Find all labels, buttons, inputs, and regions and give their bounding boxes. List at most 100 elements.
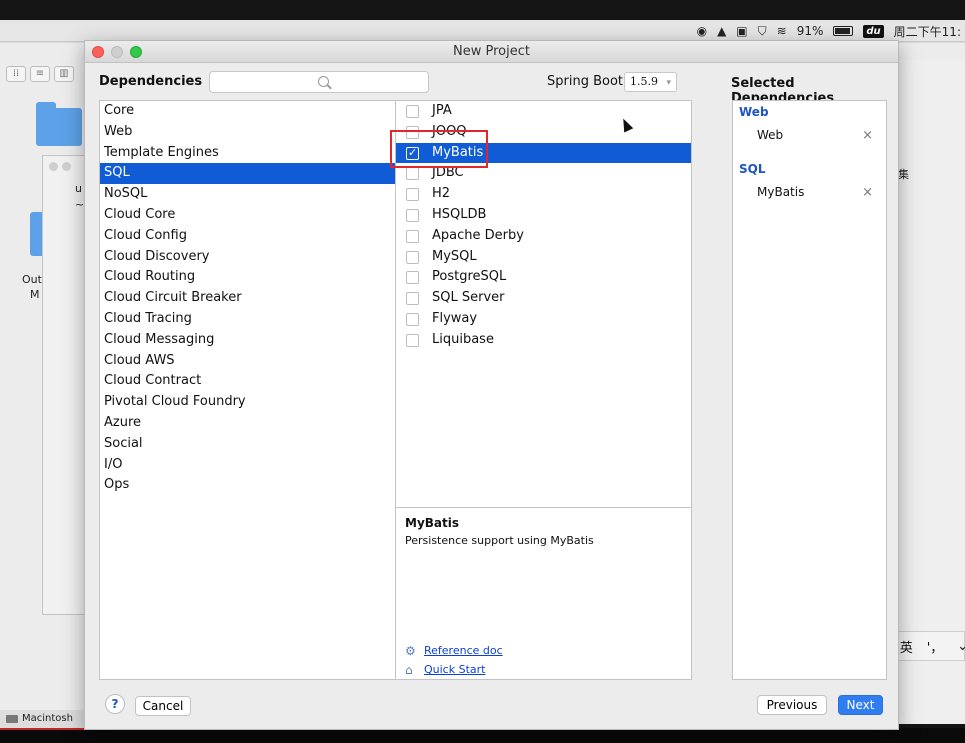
- dependency-item[interactable]: HSQLDB: [396, 205, 691, 226]
- dependency-description-panel: MyBatis Persistence support using MyBati…: [396, 507, 692, 680]
- remove-web-icon[interactable]: ×: [862, 128, 873, 143]
- dependency-checkbox[interactable]: [406, 271, 419, 285]
- window-controls: [92, 46, 142, 58]
- ime-punctuation-toggle[interactable]: '，: [927, 637, 944, 656]
- category-item[interactable]: Cloud Core: [100, 205, 395, 226]
- category-item[interactable]: Ops: [100, 475, 395, 496]
- dependency-label: H2: [432, 186, 451, 202]
- battery-percent: 91%: [796, 24, 824, 38]
- category-item[interactable]: Template Engines: [100, 143, 395, 164]
- dependency-checkbox[interactable]: [406, 229, 419, 243]
- ime-more-icon[interactable]: ⌄: [957, 639, 965, 654]
- list-view-icon[interactable]: ≡: [30, 66, 50, 82]
- dependency-checkbox[interactable]: [406, 292, 419, 306]
- new-project-dialog: New Project Dependencies Spring Boot 1.5…: [84, 40, 899, 730]
- shield-icon[interactable]: ⛉: [758, 24, 767, 39]
- bottom-bar: [0, 728, 965, 743]
- category-item[interactable]: Cloud Messaging: [100, 330, 395, 351]
- dependency-checkbox[interactable]: [406, 333, 419, 347]
- minimize-window-button[interactable]: [111, 46, 123, 58]
- selected-item-label: MyBatis: [757, 185, 805, 199]
- category-item[interactable]: I/O: [100, 455, 395, 476]
- dependency-item[interactable]: JPA: [396, 101, 691, 122]
- category-item[interactable]: NoSQL: [100, 184, 395, 205]
- close-window-button[interactable]: [92, 46, 104, 58]
- macintosh-disk-label[interactable]: Macintosh: [0, 710, 84, 728]
- hat-icon[interactable]: ▲: [717, 24, 726, 38]
- dependency-item[interactable]: MySQL: [396, 247, 691, 268]
- column-view-icon[interactable]: ▥: [54, 66, 74, 82]
- category-item[interactable]: Cloud Circuit Breaker: [100, 288, 395, 309]
- record-icon[interactable]: ◉: [697, 24, 707, 38]
- dependency-checkbox[interactable]: [406, 143, 419, 163]
- selected-item-label: Web: [757, 128, 784, 142]
- dependency-checkbox[interactable]: [406, 125, 419, 139]
- ime-menubar-icon[interactable]: du: [863, 24, 884, 38]
- category-item[interactable]: Core: [100, 101, 395, 122]
- dependency-checkbox[interactable]: [406, 105, 419, 118]
- maximize-window-button[interactable]: [130, 46, 142, 58]
- previous-button[interactable]: Previous: [757, 695, 827, 715]
- background-text: 集: [898, 168, 909, 181]
- wifi-icon[interactable]: ≋: [777, 24, 787, 38]
- dependency-item[interactable]: Liquibase: [396, 330, 691, 351]
- dependency-label: PostgreSQL: [432, 269, 507, 285]
- dependency-search[interactable]: [209, 71, 429, 93]
- app-tray-icon[interactable]: ▣: [736, 24, 747, 38]
- clock[interactable]: 周二下午11:: [894, 23, 961, 40]
- spring-boot-version-select[interactable]: 1.5.9 ▾: [624, 72, 677, 92]
- next-button[interactable]: Next: [838, 695, 883, 715]
- category-item[interactable]: Social: [100, 434, 395, 455]
- folder-label: Out: [22, 273, 42, 286]
- category-item[interactable]: Cloud Contract: [100, 371, 395, 392]
- reference-doc-icon: ⚙: [405, 644, 416, 658]
- spring-boot-version: 1.5.9: [630, 75, 658, 88]
- selected-group-sql: SQL: [739, 162, 766, 176]
- dependency-item[interactable]: JDBC: [396, 163, 691, 184]
- folder-icon[interactable]: [36, 102, 82, 146]
- selected-group-web: Web: [739, 105, 769, 119]
- icon-view-icon[interactable]: ⁞⁞: [6, 66, 26, 82]
- dependency-item[interactable]: MyBatis: [396, 142, 691, 163]
- dependency-checkbox[interactable]: [406, 167, 419, 181]
- status-tray: ◉ ▲ ▣ ⛉ ≋ 91% du 周二下午11:: [697, 20, 961, 42]
- dependency-item[interactable]: H2: [396, 184, 691, 205]
- category-item[interactable]: Web: [100, 122, 395, 143]
- help-button[interactable]: ?: [105, 694, 125, 714]
- spring-boot-label: Spring Boot: [547, 74, 624, 89]
- category-item[interactable]: Cloud Routing: [100, 267, 395, 288]
- dependency-checkbox[interactable]: [406, 312, 419, 326]
- chevron-down-icon: ▾: [666, 78, 671, 88]
- quick-start-link[interactable]: Quick Start: [424, 663, 485, 676]
- ime-language-toggle[interactable]: 英: [900, 637, 913, 656]
- category-item[interactable]: Cloud Tracing: [100, 309, 395, 330]
- cancel-button[interactable]: Cancel: [135, 696, 191, 716]
- category-item[interactable]: Cloud Config: [100, 226, 395, 247]
- dependency-label: JDBC: [432, 165, 464, 181]
- dependency-label: MySQL: [432, 248, 477, 264]
- dependency-label: Liquibase: [432, 331, 494, 347]
- dependency-item[interactable]: SQL Server: [396, 288, 691, 309]
- background-window-controls: [49, 162, 71, 171]
- dependency-checkbox[interactable]: [406, 250, 419, 264]
- dependency-item[interactable]: Flyway: [396, 309, 691, 330]
- selected-item-web: Web ×: [757, 128, 885, 143]
- category-item[interactable]: Cloud Discovery: [100, 247, 395, 268]
- dependency-item[interactable]: JOOQ: [396, 122, 691, 143]
- dependency-label: Apache Derby: [432, 227, 524, 243]
- dependency-item[interactable]: PostgreSQL: [396, 267, 691, 288]
- dependency-label: HSQLDB: [432, 206, 487, 222]
- quick-start-icon: ⌂: [405, 663, 413, 677]
- dependency-item[interactable]: Apache Derby: [396, 226, 691, 247]
- dependency-checkbox[interactable]: [406, 208, 419, 222]
- category-item[interactable]: SQL: [100, 163, 395, 185]
- reference-doc-link[interactable]: Reference doc: [424, 644, 503, 657]
- battery-icon[interactable]: [833, 26, 854, 36]
- category-item[interactable]: Pivotal Cloud Foundry: [100, 392, 395, 413]
- category-item[interactable]: Azure: [100, 413, 395, 434]
- dependency-checkbox[interactable]: [406, 188, 419, 202]
- search-icon: [318, 76, 329, 87]
- category-item[interactable]: Cloud AWS: [100, 351, 395, 372]
- dependencies-heading: Dependencies: [99, 74, 203, 89]
- remove-mybatis-icon[interactable]: ×: [862, 185, 873, 200]
